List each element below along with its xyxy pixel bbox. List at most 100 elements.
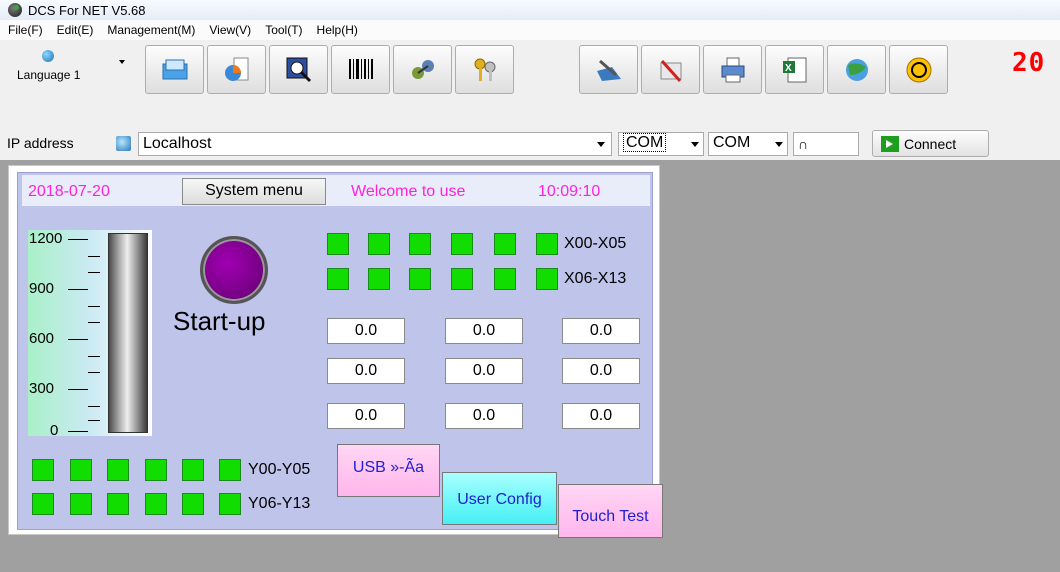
x-input-indicator xyxy=(368,233,390,255)
scale-minor-tick xyxy=(88,372,100,373)
delete-button[interactable] xyxy=(641,45,700,94)
internet-icon xyxy=(845,58,868,81)
com-port-select-2[interactable]: COM xyxy=(708,132,788,156)
network-icon xyxy=(411,59,434,79)
com-port-value: COM xyxy=(623,133,667,152)
scale-major-tick xyxy=(68,431,88,432)
chevron-down-icon xyxy=(691,142,699,147)
value-field[interactable]: 0.0 xyxy=(445,358,523,384)
scale-minor-tick xyxy=(88,420,100,421)
menu-view[interactable]: View(V) xyxy=(209,23,251,37)
y-output-indicator xyxy=(182,459,204,481)
value-field[interactable]: 0.0 xyxy=(445,318,523,344)
excel-button[interactable]: X xyxy=(765,45,824,94)
x-input-indicator xyxy=(494,233,516,255)
menu-file[interactable]: File(F) xyxy=(8,23,43,37)
chart-icon xyxy=(224,57,248,81)
title-bar: DCS For NET V5.68 xyxy=(0,0,1060,20)
edit-button[interactable] xyxy=(579,45,638,94)
ip-address-label: IP address xyxy=(7,135,74,151)
x-input-indicator xyxy=(451,268,473,290)
arrow-right-icon xyxy=(881,135,899,152)
chart-button[interactable] xyxy=(207,45,266,94)
x-input-indicator xyxy=(368,268,390,290)
value-field[interactable]: 0.0 xyxy=(327,358,405,384)
menu-help[interactable]: Help(H) xyxy=(317,23,358,37)
time-display: 10:09:10 xyxy=(538,183,601,200)
internet-button[interactable] xyxy=(827,45,886,94)
sql-search-button[interactable] xyxy=(269,45,328,94)
touch-test-button[interactable]: Touch Test xyxy=(558,484,663,538)
value-field[interactable]: 0.0 xyxy=(562,318,640,344)
open-icon xyxy=(162,59,187,79)
startup-label: Start-up xyxy=(173,306,266,336)
value-field[interactable]: 0.0 xyxy=(562,358,640,384)
scale-major-tick xyxy=(68,339,88,340)
y-output-indicator xyxy=(219,493,241,515)
scale-major-tick xyxy=(68,289,88,290)
scale-minor-tick xyxy=(88,256,100,257)
y-output-indicator xyxy=(145,459,167,481)
y-range-label: Y06-Y13 xyxy=(248,495,311,512)
chevron-down-icon xyxy=(597,142,605,147)
barcode-button[interactable] xyxy=(331,45,390,94)
scale-minor-tick xyxy=(88,322,100,323)
value-field[interactable]: 0.0 xyxy=(327,318,405,344)
connect-button[interactable]: Connect xyxy=(872,130,989,157)
scale-major-tick xyxy=(68,239,88,240)
user-config-button[interactable]: User Config xyxy=(442,472,557,525)
menu-management[interactable]: Management(M) xyxy=(107,23,195,37)
menu-tool[interactable]: Tool(T) xyxy=(265,23,302,37)
value-field[interactable]: 0.0 xyxy=(327,403,405,429)
globe-icon xyxy=(42,50,54,62)
y-output-indicator xyxy=(145,493,167,515)
ip-address-value: Localhost xyxy=(143,135,212,152)
window-title: DCS For NET V5.68 xyxy=(28,2,146,18)
date-display: 2018-07-20 xyxy=(28,183,110,200)
chevron-down-icon xyxy=(775,142,783,147)
usb-button[interactable]: USB »-Ãa xyxy=(337,444,440,497)
app-icon xyxy=(8,3,22,17)
x-input-indicator xyxy=(494,268,516,290)
keys-icon xyxy=(474,58,495,81)
language-label: Language 1 xyxy=(17,68,81,82)
connection-bar: IP address Localhost COM COM ∩ Connect xyxy=(0,128,1060,160)
scale-label: 300 xyxy=(29,380,55,397)
svg-text:X: X xyxy=(785,63,792,74)
language-selector[interactable]: Language 1 xyxy=(14,48,125,84)
keys-button[interactable] xyxy=(455,45,514,94)
open-button[interactable] xyxy=(145,45,204,94)
x-range-label: X06-X13 xyxy=(564,270,627,287)
x-input-indicator xyxy=(451,233,473,255)
menu-edit[interactable]: Edit(E) xyxy=(57,23,94,37)
toolbar: Language 1 X 20 xyxy=(0,40,1060,128)
startup-lamp[interactable] xyxy=(200,236,268,304)
scale-label: 1200 xyxy=(29,230,63,247)
y-output-indicator xyxy=(107,459,129,481)
exit-button[interactable] xyxy=(889,45,948,94)
exit-icon xyxy=(906,57,931,82)
y-output-indicator xyxy=(182,493,204,515)
hmi-screen: 2018-07-20 System menu Welcome to use 10… xyxy=(17,172,663,538)
scale-minor-tick xyxy=(88,272,100,273)
y-output-indicator xyxy=(32,493,54,515)
scale-label: 600 xyxy=(29,330,55,347)
value-field[interactable]: 0.0 xyxy=(445,403,523,429)
scale-minor-tick xyxy=(88,356,100,357)
x-input-indicator xyxy=(536,233,558,255)
connect-label: Connect xyxy=(904,135,957,152)
y-range-label: Y00-Y05 xyxy=(248,461,311,478)
x-range-label: X00-X05 xyxy=(564,235,627,252)
y-output-indicator xyxy=(70,493,92,515)
ip-address-combo[interactable]: Localhost xyxy=(138,132,612,156)
hmi-panel-frame: 2018-07-20 System menu Welcome to use 10… xyxy=(8,165,663,538)
chevron-down-icon xyxy=(119,60,125,64)
x-input-indicator xyxy=(327,233,349,255)
value-field[interactable]: 0.0 xyxy=(562,403,640,429)
excel-icon: X xyxy=(782,57,806,82)
network-button[interactable] xyxy=(393,45,452,94)
system-menu-button[interactable]: System menu xyxy=(182,178,326,205)
com-port-select[interactable]: COM xyxy=(618,132,704,156)
station-number-input[interactable]: ∩ xyxy=(793,132,859,156)
print-button[interactable] xyxy=(703,45,762,94)
